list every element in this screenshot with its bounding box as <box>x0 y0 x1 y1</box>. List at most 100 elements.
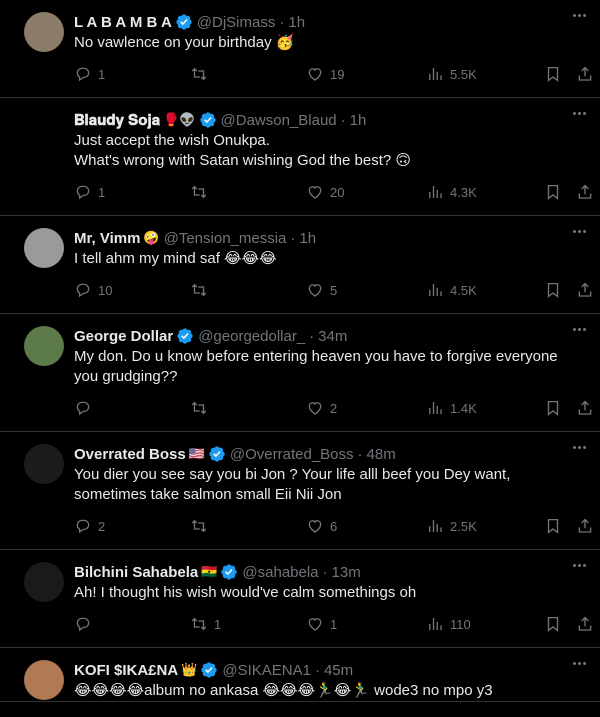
timestamp[interactable]: 1h <box>299 230 316 247</box>
retweet-button[interactable] <box>190 517 214 535</box>
reply-icon <box>76 67 90 82</box>
user-handle[interactable]: @Tension_messia <box>164 230 287 247</box>
display-name[interactable]: Bilchini Sahabela <box>74 564 198 581</box>
views-chart-icon <box>429 520 442 532</box>
views-button[interactable]: 4.3K <box>426 183 477 201</box>
user-handle[interactable]: @SIKAENA1 <box>222 662 311 679</box>
avatar[interactable] <box>24 110 64 150</box>
tweet-header: L A B A M B A @DjSimass · 1h <box>74 12 584 32</box>
share-button[interactable] <box>576 517 594 535</box>
avatar[interactable] <box>24 444 64 484</box>
views-button[interactable]: 4.5K <box>426 281 477 299</box>
display-name[interactable]: KOFI $IKA£NA <box>74 662 178 679</box>
reply-button[interactable] <box>74 615 98 633</box>
retweet-button[interactable] <box>190 399 214 417</box>
share-icon <box>578 518 592 533</box>
bookmark-button[interactable] <box>544 65 562 83</box>
tweet[interactable]: 𝐁𝐥𝐚𝐮𝐝𝐲 𝐒𝐨𝐣𝐚 🥊👽 @Dawson_Blaud · 1h Just a… <box>0 98 600 216</box>
views-button[interactable]: 5.5K <box>426 65 477 83</box>
retweet-button[interactable] <box>190 281 214 299</box>
tweet[interactable]: George Dollar @georgedollar_ · 34m My do… <box>0 314 600 432</box>
verified-badge-icon <box>200 661 218 679</box>
more-dots-icon[interactable] <box>573 446 586 449</box>
share-button[interactable] <box>576 399 594 417</box>
share-icon <box>578 66 592 81</box>
display-name[interactable]: Overrated Boss <box>74 446 186 463</box>
avatar[interactable] <box>24 228 64 268</box>
tweet-text: My don. Do u know before entering heaven… <box>74 348 562 385</box>
views-button[interactable]: 1.4K <box>426 399 477 417</box>
reply-button[interactable]: 1 <box>74 183 105 201</box>
bookmark-button[interactable] <box>544 615 562 633</box>
bookmark-button[interactable] <box>544 183 562 201</box>
reply-count: 1 <box>98 66 106 82</box>
timestamp[interactable]: 13m <box>332 564 361 581</box>
timestamp[interactable]: 1h <box>350 112 367 129</box>
more-dots-icon[interactable] <box>573 112 586 115</box>
tweet[interactable]: Bilchini Sahabela 🇬🇭 @sahabela · 13m Ah!… <box>0 550 600 648</box>
tweet[interactable]: Mr, Vimm 🤪 @Tension_messia · 1h I tell a… <box>0 216 600 314</box>
user-handle[interactable]: @sahabela <box>242 564 318 581</box>
reply-button[interactable]: 2 <box>74 517 105 535</box>
avatar[interactable] <box>24 562 64 602</box>
tweet-header: Mr, Vimm 🤪 @Tension_messia · 1h <box>74 228 584 248</box>
like-button[interactable]: 2 <box>306 399 337 417</box>
share-button[interactable] <box>576 183 594 201</box>
display-name[interactable]: 𝐁𝐥𝐚𝐮𝐝𝐲 𝐒𝐨𝐣𝐚 <box>74 112 160 129</box>
share-icon <box>578 184 592 199</box>
share-button[interactable] <box>576 615 594 633</box>
user-handle[interactable]: @Dawson_Blaud <box>221 112 337 129</box>
tweet[interactable]: KOFI $IKA£NA 👑 @SIKAENA1 · 45m 😂😂😂😂album… <box>0 648 600 702</box>
retweet-count: 1 <box>214 616 222 632</box>
user-handle[interactable]: @georgedollar_ <box>198 328 305 345</box>
heart-icon <box>308 520 322 533</box>
retweet-button[interactable] <box>190 183 214 201</box>
like-button[interactable]: 20 <box>306 183 344 201</box>
timestamp[interactable]: 1h <box>288 14 305 31</box>
avatar[interactable] <box>24 12 64 52</box>
bookmark-button[interactable] <box>544 399 562 417</box>
views-button[interactable]: 110 <box>426 615 471 633</box>
tweet[interactable]: L A B A M B A @DjSimass · 1h No vawlence… <box>0 0 600 98</box>
reply-button[interactable] <box>74 399 98 417</box>
timestamp[interactable]: 48m <box>367 446 396 463</box>
action-bar: 2 1.4K <box>74 399 592 419</box>
like-button[interactable]: 6 <box>306 517 337 535</box>
like-button[interactable]: 19 <box>306 65 344 83</box>
timestamp[interactable]: 45m <box>324 662 353 679</box>
share-button[interactable] <box>576 281 594 299</box>
avatar[interactable] <box>24 326 64 366</box>
retweet-button[interactable]: 1 <box>190 615 221 633</box>
timestamp[interactable]: 34m <box>318 328 347 345</box>
display-name[interactable]: L A B A M B A <box>74 14 172 31</box>
bookmark-icon <box>547 400 559 416</box>
share-button[interactable] <box>576 65 594 83</box>
bookmark-button[interactable] <box>544 517 562 535</box>
name-emoji: 👑 <box>181 662 198 677</box>
bookmark-icon <box>547 616 559 632</box>
like-button[interactable]: 5 <box>306 281 337 299</box>
views-chart-icon <box>429 618 442 630</box>
reply-button[interactable]: 10 <box>74 281 112 299</box>
display-name[interactable]: Mr, Vimm <box>74 230 140 247</box>
action-bar: 10 5 4.5K <box>74 281 592 301</box>
views-chart-icon <box>429 186 442 198</box>
bookmark-button[interactable] <box>544 281 562 299</box>
like-button[interactable]: 1 <box>306 615 337 633</box>
more-dots-icon[interactable] <box>573 328 586 331</box>
display-name[interactable]: George Dollar <box>74 328 173 345</box>
more-dots-icon[interactable] <box>573 230 586 233</box>
more-dots-icon[interactable] <box>573 564 586 567</box>
more-dots-icon[interactable] <box>573 662 586 665</box>
user-handle[interactable]: @Overrated_Boss <box>230 446 354 463</box>
reply-button[interactable]: 1 <box>74 65 105 83</box>
tweet[interactable]: Overrated Boss 🇺🇸 @Overrated_Boss · 48m … <box>0 432 600 550</box>
views-button[interactable]: 2.5K <box>426 517 477 535</box>
more-dots-icon[interactable] <box>573 14 586 17</box>
views-count: 5.5K <box>450 66 477 82</box>
retweet-button[interactable] <box>190 65 214 83</box>
tweet-text: I tell ahm my mind saf 😂😂😂 <box>74 250 277 267</box>
user-handle[interactable]: @DjSimass <box>197 14 276 31</box>
bookmark-icon <box>547 282 559 298</box>
avatar[interactable] <box>24 660 64 700</box>
